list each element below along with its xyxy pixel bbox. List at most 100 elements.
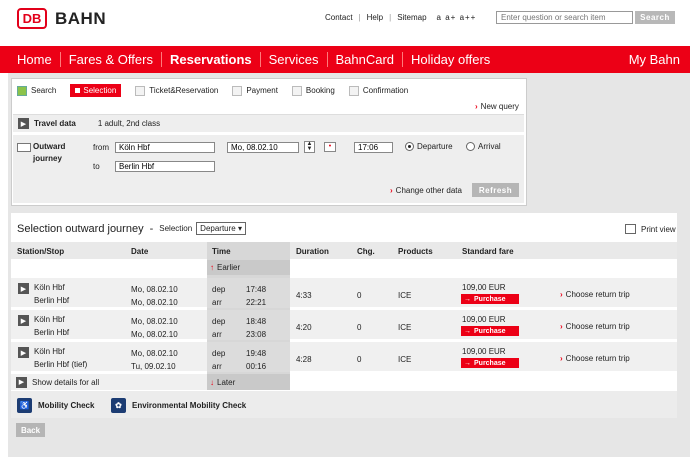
show-details-row[interactable]: ▶ Show details for all [11,374,207,390]
departure-label: Departure [417,142,453,151]
fare: 109,00 EUR [462,283,506,292]
wheelchair-icon: ♿ [17,398,32,413]
flower-icon: ✿ [111,398,126,413]
new-query-label: New query [480,102,519,111]
mobility-check-link[interactable]: ♿ Mobility Check [17,398,94,413]
arrival-date: Mo, 08.02.10 [131,330,178,339]
choose-return-label: Choose return trip [565,322,630,331]
font-size-switcher[interactable]: a a+ a++ [437,13,477,22]
dropdown-caret-icon: ▾ [237,224,242,233]
checkbox-icon [291,85,302,96]
earlier-button[interactable]: ↑ Earlier [207,260,290,275]
connection-row[interactable]: ▶ Köln Hbf Berlin Hbf Mo, 08.02.10 Mo, 0… [11,310,677,340]
db-logo[interactable]: DB [17,8,47,29]
header-fare: Standard fare [462,246,514,256]
connection-row[interactable]: ▶ Köln Hbf Berlin Hbf (tief) Mo, 08.02.1… [11,342,677,372]
sitemap-link[interactable]: Sitemap [397,13,426,22]
step-search[interactable]: Search [17,85,56,96]
product: ICE [398,323,412,332]
nav-my-bahn[interactable]: My Bahn [629,52,680,67]
results-heading: Selection outward journey - Selection De… [17,222,246,235]
selection-label: Selection [159,224,193,233]
arr-label: arr [212,362,222,371]
purchase-button[interactable]: → Purchase [461,358,519,368]
arrival-time: 00:16 [246,362,267,371]
nav-home[interactable]: Home [17,52,60,67]
new-query-link[interactable]: › New query [475,102,519,111]
purchase-button[interactable]: → Purchase [461,326,519,336]
nav-services[interactable]: Services [259,52,327,67]
print-view-link[interactable]: Print view [625,224,676,234]
header-station: Station/Stop [17,246,65,256]
departure-date: Mo, 08.02.10 [131,349,178,358]
to-station: Berlin Hbf (tief) [34,360,88,369]
expand-arrow-icon[interactable]: ▶ [18,283,29,294]
expand-arrow-icon[interactable]: ▶ [18,118,29,129]
duration: 4:28 [296,355,312,364]
environmental-check-link[interactable]: ✿ Environmental Mobility Check [111,398,246,413]
checkmark-icon [17,85,27,96]
arrow-right-icon: › [560,290,563,299]
nav-holiday-offers[interactable]: Holiday offers [402,52,498,67]
arrival-time: 22:21 [246,298,267,307]
calendar-icon[interactable]: • [324,142,336,152]
date-stepper-icon[interactable]: ▲ ▼ [304,141,315,153]
time-field[interactable] [354,142,393,153]
contact-link[interactable]: Contact [325,13,353,22]
changes: 0 [357,355,362,364]
search-button[interactable]: Search [635,11,675,24]
later-button[interactable]: ↓ Later [207,374,290,390]
arrow-up-icon: ↑ [210,263,214,272]
nav-reservations[interactable]: Reservations [160,52,260,67]
nav-fares-offers[interactable]: Fares & Offers [59,52,161,67]
environmental-check-label: Environmental Mobility Check [132,401,247,410]
change-other-data-link[interactable]: › Change other data [390,186,462,195]
arrival-time: 23:08 [246,330,267,339]
arrival-radio[interactable]: Arrival [466,142,501,152]
search-input[interactable] [496,11,633,24]
refresh-button[interactable]: Refresh [472,183,519,197]
choose-return-link[interactable]: › Choose return trip [560,322,630,331]
arrow-right-icon: › [560,354,563,363]
from-station: Köln Hbf [34,283,65,292]
earlier-label: Earlier [217,263,241,272]
choose-return-link[interactable]: › Choose return trip [560,354,630,363]
to-label: to [93,162,100,171]
connection-row[interactable]: ▶ Köln Hbf Berlin Hbf Mo, 08.02.10 Mo, 0… [11,278,677,308]
arrow-right-icon: → [464,295,471,303]
from-station: Köln Hbf [34,347,65,356]
purchase-button[interactable]: → Purchase [461,294,519,304]
outward-journey-label: Outward journey [33,142,66,163]
help-link[interactable]: Help [367,13,383,22]
nav-bahncard[interactable]: BahnCard [326,52,403,67]
table-header [11,242,677,259]
dep-label: dep [212,317,226,326]
selection-select[interactable]: Departure ▾ [196,222,246,235]
checkbox-icon [348,85,359,96]
duration: 4:33 [296,291,312,300]
purchase-label: Purchase [474,295,506,303]
to-station: Berlin Hbf [34,328,70,337]
departure-radio[interactable]: Departure [405,142,453,152]
printer-icon [625,224,636,234]
travel-data-label: Travel data [34,119,76,128]
expand-arrow-icon[interactable]: ▶ [18,315,29,326]
arr-label: arr [212,330,222,339]
fare: 109,00 EUR [462,315,506,324]
step-label: Confirmation [362,86,409,95]
departure-time: 19:48 [246,349,267,358]
date-field[interactable] [227,142,299,153]
back-button[interactable]: Back [16,423,45,437]
choose-return-label: Choose return trip [565,354,630,363]
from-label: from [93,143,109,152]
step-payment: Payment [232,85,278,96]
choose-return-link[interactable]: › Choose return trip [560,290,630,299]
from-station: Köln Hbf [34,315,65,324]
header-date: Date [131,246,149,256]
from-field[interactable] [115,142,215,153]
to-field[interactable] [115,161,215,172]
step-label: Ticket&Reservation [149,86,219,95]
divider: | [358,13,361,22]
step-booking: Booking [291,85,335,96]
expand-arrow-icon[interactable]: ▶ [18,347,29,358]
